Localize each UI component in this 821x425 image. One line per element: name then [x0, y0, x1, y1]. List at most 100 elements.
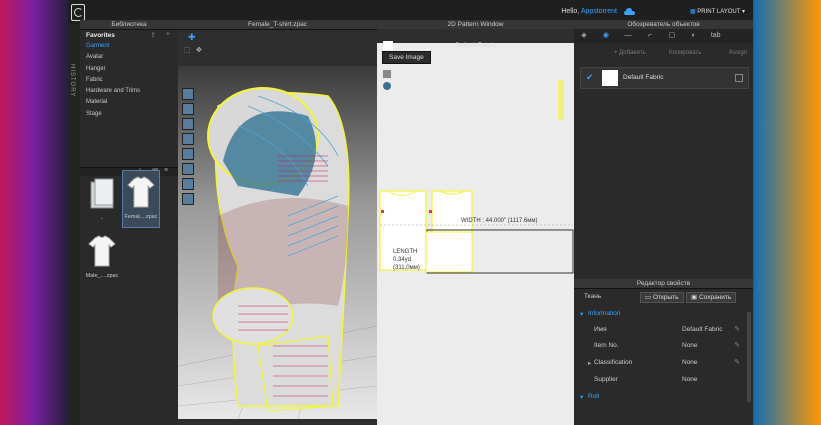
- assign-fabric-button[interactable]: Assign: [729, 50, 747, 56]
- greeting-prefix: Hello,: [561, 8, 581, 15]
- library-item-garment[interactable]: Garment: [86, 43, 140, 54]
- chevron-down-icon: ▾: [580, 311, 584, 318]
- graphic-tab-icon[interactable]: ◐: [684, 29, 704, 43]
- history-label: HISTORY: [69, 64, 75, 98]
- file-folder-up[interactable]: ..: [84, 172, 120, 228]
- 2d-pattern-panel: 2D Pattern Window Default Fabric Save Im…: [377, 20, 574, 425]
- pattern-side-tools: [558, 80, 564, 120]
- property-editor-title: Редактор свойств: [574, 279, 753, 289]
- copy-fabric-button[interactable]: Копировать: [669, 50, 701, 56]
- grid-icon: ▦: [689, 9, 696, 15]
- list-tab-icon[interactable]: ◈: [574, 29, 594, 43]
- length-value: 0.34yd: [393, 257, 412, 263]
- 3d-viewport[interactable]: [178, 66, 377, 419]
- folder-icon: [90, 178, 114, 209]
- topstitch-tab-icon[interactable]: ⌐: [640, 29, 660, 43]
- upload-icon[interactable]: ⇪: [150, 31, 156, 39]
- property-key: Classification: [594, 359, 633, 366]
- edit-icon[interactable]: ✎: [734, 358, 740, 366]
- fabric-list-item[interactable]: ✔ Default Fabric: [580, 67, 749, 89]
- username[interactable]: Appstorrent: [581, 8, 617, 15]
- section-roll[interactable]: ▾ Roll: [574, 390, 753, 404]
- scrollbar[interactable]: [747, 312, 751, 402]
- save-button[interactable]: ▣ Сохранить: [686, 292, 737, 303]
- pattern-tool2-icon[interactable]: [383, 82, 391, 90]
- property-value: None: [682, 359, 698, 366]
- library-item-fabric[interactable]: Fabric: [86, 77, 140, 88]
- 3d-view-title: Female_T-shirt.zpac: [178, 20, 377, 30]
- fabric-tab-icon[interactable]: ◉: [596, 29, 616, 43]
- cloud-icon[interactable]: [624, 7, 635, 16]
- property-type-label: Ткань: [584, 293, 602, 300]
- library-title: Библиотека: [80, 20, 178, 30]
- file-male-tshirt[interactable]: Male_....zpac: [84, 230, 120, 286]
- length-mm: (311.0мм): [393, 265, 420, 271]
- pattern-tool-icon[interactable]: [383, 70, 391, 78]
- library-item-hardware[interactable]: Hardware and Trims: [86, 88, 140, 99]
- select-tool-icon[interactable]: ⬚: [184, 46, 191, 54]
- trim-tab-icon[interactable]: ▢: [662, 29, 682, 43]
- property-row-item-no[interactable]: Item No. None ✎: [574, 339, 753, 353]
- pattern-header: Default Fabric: [377, 29, 574, 50]
- app-window: Hello, Appstorrent ▦ PRINT LAYOUT ▾ HIST…: [68, 0, 753, 425]
- property-key: Item No.: [594, 342, 619, 349]
- file-label: ..: [100, 215, 104, 221]
- library-item-material[interactable]: Material: [86, 99, 140, 110]
- section-label: Information: [588, 310, 621, 317]
- chevron-down-icon: ▾: [580, 394, 584, 401]
- property-row-name[interactable]: Имя Default Fabric ✎: [574, 323, 753, 337]
- greeting: Hello, Appstorrent: [561, 8, 617, 15]
- clo-logo-icon[interactable]: [71, 4, 85, 21]
- section-information[interactable]: ▾ Information: [574, 307, 753, 321]
- length-heading: LENGTH: [393, 249, 418, 255]
- add-icon[interactable]: +: [166, 31, 170, 38]
- property-row-classification[interactable]: ▸ Classification None ✎: [574, 356, 753, 370]
- layout-dropdown[interactable]: ▦ PRINT LAYOUT ▾: [690, 8, 745, 15]
- file-label: Femal....zpac: [124, 214, 158, 220]
- pattern-fabric-name: Default Fabric: [455, 42, 496, 49]
- library-list: Garment Avatar Hanger Fabric Hardware an…: [86, 43, 140, 122]
- library-item-avatar[interactable]: Avatar: [86, 54, 140, 65]
- 3d-view-panel: Female_T-shirt.zpac ✚ ⬚ ✥: [178, 20, 377, 425]
- property-key: Supplier: [594, 376, 618, 383]
- object-browser-tabs: ◈ ◉ — ⌐ ▢ ◐ tab: [574, 29, 753, 43]
- 3d-garment[interactable]: [178, 66, 377, 419]
- 3d-toolbar: ✚ ⬚ ✥: [182, 32, 222, 58]
- list-view-icon[interactable]: ≡: [164, 167, 168, 174]
- property-editor-panel: Редактор свойств Ткань ▭ Открыть ▣ Сохра…: [574, 279, 753, 425]
- fabric-name: Default Fabric: [623, 74, 664, 81]
- move-tool-icon[interactable]: ✥: [196, 46, 202, 54]
- file-label: Male_....zpac: [85, 273, 119, 279]
- property-key: Имя: [594, 326, 607, 333]
- property-value: None: [682, 342, 698, 349]
- object-browser-panel: Обозреватель объектов ◈ ◉ — ⌐ ▢ ◐ tab + …: [574, 20, 753, 275]
- save-image-button[interactable]: Save Image: [382, 51, 431, 64]
- section-label: Roll: [588, 393, 600, 400]
- tshirt-icon: [88, 235, 116, 267]
- library-panel: Библиотека Favorites ⇪ + Garment Avatar …: [80, 20, 178, 425]
- fabric-swatch: [602, 70, 618, 86]
- file-female-tshirt[interactable]: Femal....zpac: [122, 170, 160, 228]
- property-row-supplier[interactable]: Supplier None: [574, 373, 753, 387]
- library-item-stage[interactable]: Stage: [86, 111, 140, 122]
- button-tab-icon[interactable]: —: [618, 29, 638, 43]
- edit-icon[interactable]: ✎: [734, 325, 740, 333]
- add-icon[interactable]: ✚: [188, 32, 196, 43]
- fabric-menu-icon[interactable]: [735, 74, 743, 82]
- edit-icon[interactable]: ✎: [734, 341, 740, 349]
- pattern-width-label: WIDTH : 44.000" (1117.6мм): [461, 218, 538, 224]
- open-label: Открыть: [652, 294, 679, 301]
- pattern-canvas[interactable]: [377, 170, 574, 420]
- property-value: None: [682, 376, 698, 383]
- add-fabric-button[interactable]: + Добавить: [614, 50, 646, 56]
- save-icon: ▣: [691, 294, 698, 301]
- tshirt-icon: [127, 176, 155, 208]
- checkmark-icon: ✔: [586, 72, 594, 82]
- chevron-right-icon: ▸: [588, 360, 592, 367]
- pattern-length-label: LENGTH 0.34yd (311.0мм): [393, 248, 420, 272]
- open-button[interactable]: ▭ Открыть: [640, 292, 684, 303]
- folder-icon: ▭: [645, 294, 652, 301]
- property-value: Default Fabric: [682, 326, 723, 333]
- more-tab-icon[interactable]: tab: [706, 29, 726, 43]
- library-item-hanger[interactable]: Hanger: [86, 66, 140, 77]
